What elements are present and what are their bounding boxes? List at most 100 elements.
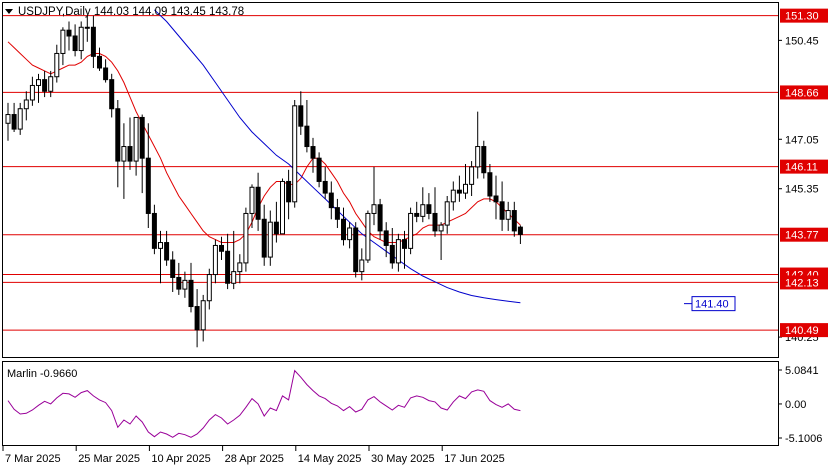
candle-body-bull: [29, 84, 35, 101]
candle-body-bull: [438, 224, 444, 232]
candle-body-bull: [420, 204, 426, 217]
candle-body-bull: [84, 26, 90, 29]
candle-body-bull: [206, 274, 212, 302]
candle-body-bear: [176, 276, 182, 290]
level-label-text: 151.30: [785, 11, 819, 23]
candle: [280, 178, 285, 235]
indicator-tick-label: 5.0841: [785, 365, 819, 377]
time-tick-label: 7 Mar 2025: [5, 453, 61, 465]
candle-body-bear: [414, 212, 420, 217]
candle-body-bear: [42, 79, 48, 92]
candle-body-bull: [23, 99, 29, 110]
candle-body-bear: [493, 195, 499, 203]
candle-body-bear: [90, 26, 96, 57]
candle-body-bull: [78, 26, 84, 52]
candle-body-bull: [54, 52, 60, 78]
candle-body-bear: [304, 125, 310, 148]
candle-body-bear: [499, 201, 505, 220]
candle-body-bull: [371, 204, 377, 214]
candle-body-bull: [158, 242, 163, 249]
candle-body-bull: [182, 279, 188, 290]
candle-body-bull: [365, 212, 371, 261]
candle-body-bear: [188, 279, 194, 308]
price-tick-label: 150.45: [785, 35, 819, 47]
candle-body-bear: [432, 212, 438, 232]
candle-body-bear: [139, 116, 145, 159]
candle-body-bear: [109, 79, 115, 110]
candle-body-bull: [292, 105, 298, 203]
candle-body-bear: [273, 221, 279, 235]
blue-ma-tag-text: 141.40: [695, 299, 729, 311]
candle-body-bear: [115, 108, 121, 162]
price-tick-label: 145.35: [785, 184, 819, 196]
time-tick-label: 30 May 2025: [371, 453, 435, 465]
candle-body-bear: [194, 306, 200, 331]
level-label-text: 142.13: [785, 277, 819, 289]
candle-body-bear: [255, 186, 261, 220]
candle-body-bull: [267, 221, 273, 258]
level-label-text: 146.11: [785, 162, 818, 174]
candle-body-bear: [402, 239, 407, 249]
candle-body-bear: [341, 218, 346, 241]
candle-body-bear: [322, 180, 328, 194]
candle-body-bear: [377, 204, 383, 232]
time-tick-label: 28 Apr 2025: [225, 453, 284, 465]
candle-body-bull: [444, 201, 450, 226]
candle-body-bull: [5, 114, 11, 124]
candle-body-bear: [511, 210, 517, 232]
candle-body-bull: [17, 108, 23, 130]
candle-body-bear: [334, 207, 340, 220]
candle-body-bear: [517, 226, 523, 235]
indicator-label: Marlin -0.9660: [7, 368, 77, 380]
candle: [292, 100, 298, 208]
candle-body-bear: [389, 244, 395, 264]
candle-body-bear: [72, 35, 78, 52]
candle-body-bear: [170, 259, 176, 278]
candle-body-bull: [243, 212, 249, 264]
chart-root: 141.40 150.45 147.05 145.35 140.25 151.30 14…: [0, 0, 837, 470]
candle: [243, 207, 249, 272]
candle-body-bear: [286, 180, 292, 203]
level-label-text: 140.49: [785, 325, 819, 337]
candle-body-bull: [450, 189, 456, 203]
candle-body-bull: [237, 262, 243, 273]
candle-body-bull: [475, 146, 481, 168]
candle-body-bear: [456, 189, 462, 194]
candle-body-bear: [426, 204, 432, 214]
candle-body-bull: [231, 271, 237, 284]
candle-body-bull: [359, 259, 365, 273]
candle-body-bull: [133, 116, 139, 162]
candle-body-bear: [298, 105, 304, 127]
candle-body-bull: [280, 180, 285, 235]
time-tick-label: 14 May 2025: [298, 453, 362, 465]
candle-body-bull: [200, 300, 206, 331]
candle-body-bear: [66, 29, 72, 37]
level-label-text: 143.77: [785, 230, 819, 242]
candle-body-bull: [48, 76, 54, 92]
candle: [408, 207, 414, 255]
candle-body-bear: [11, 114, 17, 130]
candle-body-bear: [219, 244, 224, 252]
candle-body-bear: [151, 212, 157, 249]
candle: [481, 140, 487, 179]
candle-body-bull: [60, 29, 66, 54]
candle-body-bull: [36, 79, 41, 86]
candle-body-bear: [145, 157, 151, 214]
candle-body-bear: [127, 146, 133, 162]
chart-canvas: 141.40 150.45147.05145.35140.25 151.3014…: [0, 0, 837, 470]
candle-body-bear: [353, 227, 359, 273]
candle-body-bull: [395, 239, 401, 264]
candle-body-bull: [469, 166, 475, 185]
candle-body-bull: [249, 186, 255, 214]
candle-body-bull: [212, 244, 218, 276]
candle-body-bear: [328, 192, 334, 209]
candle-body-bull: [347, 227, 353, 241]
candle-body-bear: [225, 250, 231, 284]
chart-title: USDJPY,Daily 144.03 144.09 143.45 143.78: [18, 6, 244, 18]
indicator-tick-label: 0.00: [785, 399, 806, 411]
candle-body-bear: [383, 230, 389, 246]
candle-body-bear: [316, 157, 322, 182]
candle-body-bull: [463, 183, 468, 194]
candle-body-bear: [261, 218, 267, 258]
candle-body-bear: [481, 146, 487, 174]
